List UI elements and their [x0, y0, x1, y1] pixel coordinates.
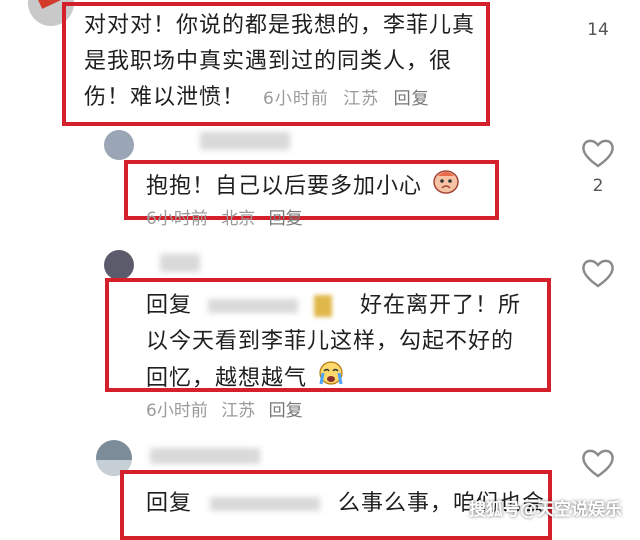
comment-meta: 6小时前 北京 回复: [146, 204, 303, 229]
username-blurred: [200, 132, 290, 150]
avatar[interactable]: [104, 130, 134, 160]
comment-text: 对对对！你说的都是我想的，李菲儿真 是我职场中真实遇到过的同类人，很 伤！难以泄…: [84, 13, 476, 110]
username-blurred: [160, 254, 200, 272]
comment-text: 抱抱！自己以后要多加小心: [146, 168, 460, 206]
comment-text: 回复 好在离开了！所 以今天看到李菲儿这样，勾起不好的 回忆，越想越气: [146, 288, 550, 398]
reply-target-blurred: [208, 299, 299, 313]
sobbing-emoji-icon: [317, 360, 345, 398]
comment-time: 6小时前: [146, 401, 208, 421]
heart-outline-icon[interactable]: [581, 258, 615, 288]
comment-time: 6小时前: [263, 89, 329, 109]
username-blurred: [150, 448, 260, 464]
watermark: 搜狐号@天空说娱乐: [469, 500, 622, 520]
blurred-mark: [314, 295, 333, 317]
reply-prefix: 回复: [146, 293, 193, 318]
comment-location: 北京: [221, 209, 256, 229]
comment-location: 江苏: [343, 89, 380, 109]
like-count: 14: [587, 20, 609, 40]
like-count: 2: [592, 176, 604, 196]
comment-location: 江苏: [221, 401, 256, 421]
comment-meta: 6小时前 江苏 回复: [146, 396, 303, 421]
reply-target-blurred: [210, 497, 321, 511]
heart-outline-icon[interactable]: [581, 138, 615, 168]
comment-time: 6小时前: [146, 209, 208, 229]
reply-link[interactable]: 回复: [269, 209, 303, 229]
reply-link[interactable]: 回复: [269, 401, 303, 421]
crying-emoji-icon: [432, 168, 460, 206]
reply-prefix: 回复: [146, 491, 193, 516]
heart-outline-icon[interactable]: [581, 448, 615, 478]
reply-link[interactable]: 回复: [394, 89, 430, 109]
avatar[interactable]: [104, 250, 134, 280]
